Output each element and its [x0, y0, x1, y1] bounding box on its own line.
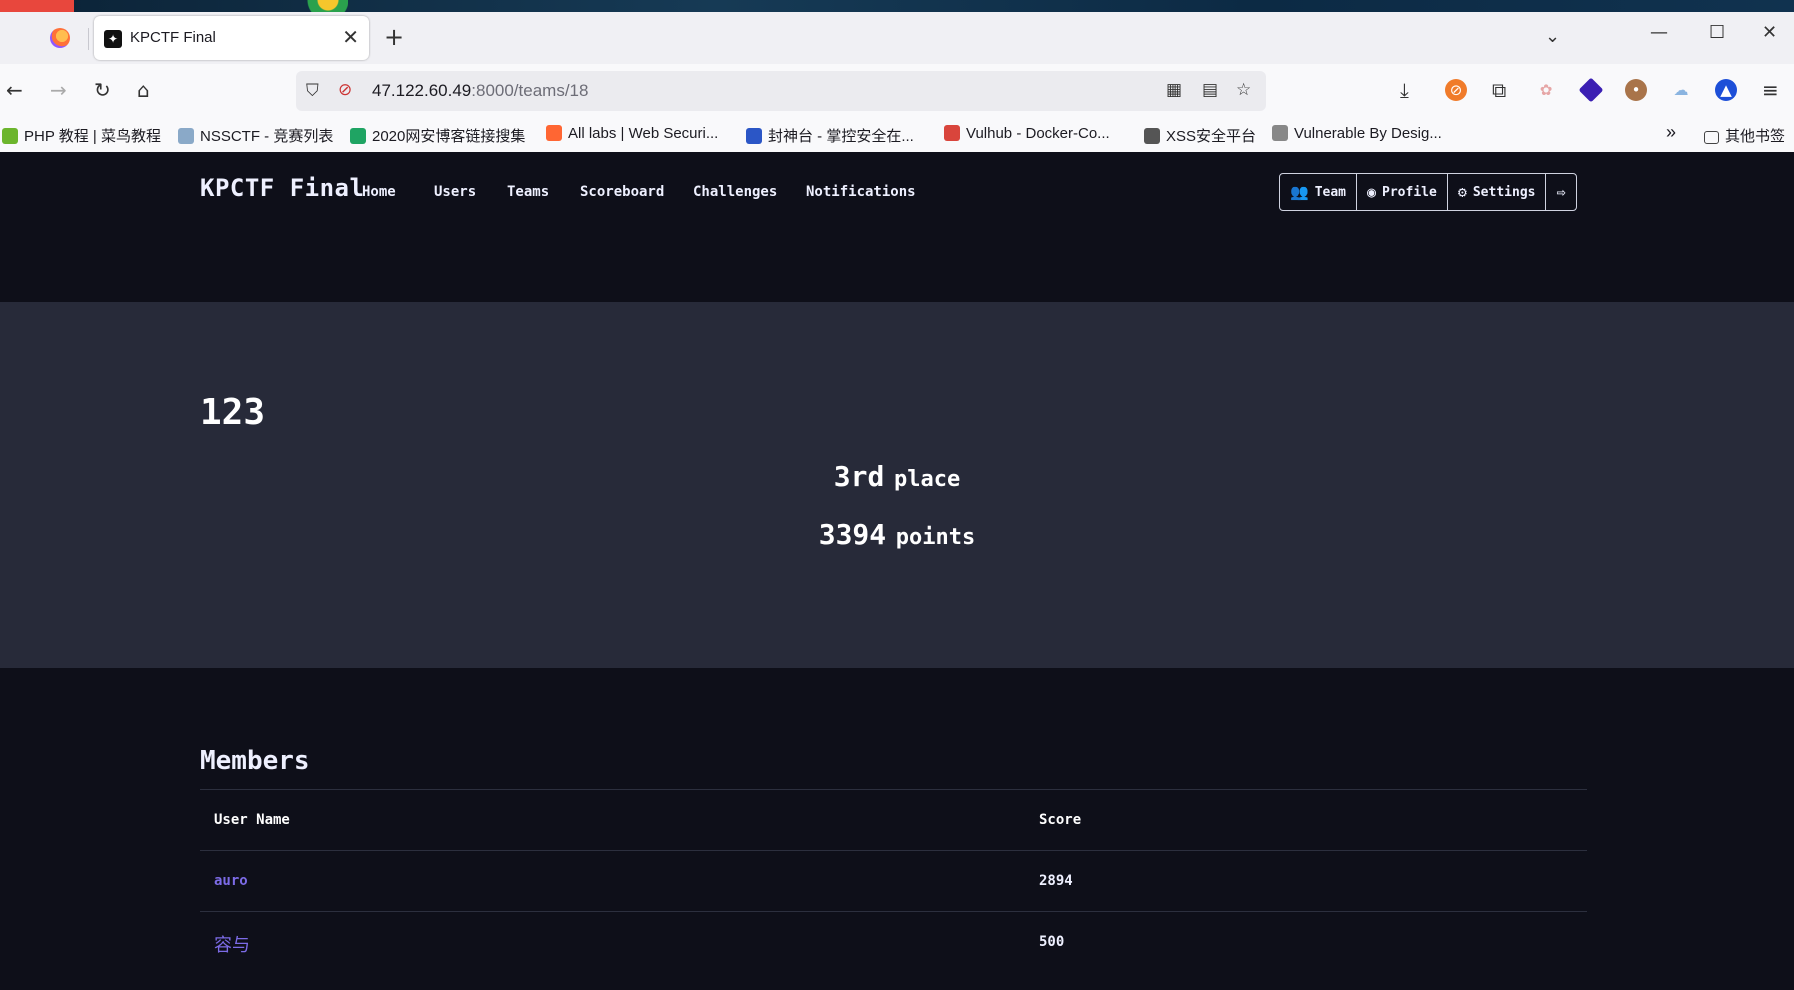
settings-button[interactable]: ⚙ Settings — [1446, 174, 1546, 210]
nav-home[interactable]: Home — [362, 184, 396, 200]
url-text[interactable]: 47.122.60.49:8000/teams/18 — [372, 81, 588, 101]
account-icon[interactable]: ▲ — [1715, 79, 1737, 101]
minimize-icon[interactable]: — — [1650, 22, 1668, 43]
bookmark-icon — [1272, 125, 1288, 141]
bookmark-icon — [2, 128, 18, 144]
extension-icon[interactable]: ✿ — [1535, 79, 1557, 101]
gears-icon: ⚙ — [1457, 183, 1467, 201]
bookmark-item[interactable]: Vulnerable By Desig... — [1272, 125, 1442, 142]
desktop-strip — [0, 0, 1794, 12]
tab-bar: ✦ KPCTF Final ✕ + ⌄ — ☐ ✕ — [0, 12, 1794, 64]
member-score: 2894 — [1039, 873, 1073, 889]
table-row: 容与 500 — [200, 911, 1587, 972]
member-link[interactable]: 容与 — [214, 931, 250, 957]
extension-icon[interactable]: ☁ — [1670, 79, 1692, 101]
taskbar-app-icon — [0, 0, 74, 12]
bookmark-item[interactable]: PHP 教程 | 菜鸟教程 — [2, 125, 161, 146]
home-icon[interactable]: ⌂ — [137, 78, 150, 102]
bookmark-item[interactable]: XSS安全平台 — [1144, 125, 1256, 146]
site-brand[interactable]: KPCTF Final — [200, 174, 364, 202]
user-circle-icon: ◉ — [1367, 183, 1377, 201]
users-icon: 👥 — [1290, 183, 1309, 201]
nav-notifications[interactable]: Notifications — [806, 184, 916, 200]
team-header: 123 3rd place 3394 points — [0, 302, 1794, 668]
team-points: 3394 points — [818, 518, 976, 551]
other-bookmarks-folder[interactable]: 其他书签 — [1704, 125, 1785, 146]
team-place: 3rd place — [833, 460, 961, 493]
bookmark-icon — [546, 125, 562, 141]
bookmark-item[interactable]: 封神台 - 掌控安全在... — [746, 125, 914, 146]
tab-kpctf[interactable]: ✦ KPCTF Final ✕ — [94, 16, 369, 60]
bookmark-item[interactable]: NSSCTF - 竞赛列表 — [178, 125, 333, 146]
qr-code-icon[interactable]: ▦ — [1166, 80, 1182, 100]
reader-view-icon[interactable]: ▤ — [1202, 80, 1218, 100]
nav-users[interactable]: Users — [434, 184, 476, 200]
profile-button[interactable]: ◉ Profile — [1356, 174, 1447, 210]
url-bar[interactable]: ⛉ ⊘ 47.122.60.49:8000/teams/18 ▦ ▤ ☆ — [296, 71, 1266, 111]
navigation-bar: ← → ↻ ⌂ ⛉ ⊘ 47.122.60.49:8000/teams/18 ▦… — [0, 64, 1794, 118]
table-header-row: User Name Score — [200, 789, 1587, 850]
bookmark-icon — [746, 128, 762, 144]
bookmark-icon — [1144, 128, 1160, 144]
downloads-icon[interactable]: ⤓ — [1400, 78, 1409, 102]
close-tab-icon[interactable]: ✕ — [342, 26, 359, 48]
extension-icon[interactable]: ⊘ — [1445, 79, 1467, 101]
column-header-username: User Name — [214, 812, 290, 828]
insecure-connection-icon[interactable]: ⊘ — [338, 80, 352, 100]
table-row: auro 2894 — [200, 850, 1587, 911]
folder-icon — [1704, 131, 1719, 144]
taskbar-app-icon — [292, 0, 348, 12]
bookmarks-toolbar: PHP 教程 | 菜鸟教程 NSSCTF - 竞赛列表 2020网安博客链接搜集… — [0, 118, 1794, 153]
members-heading: Members — [200, 746, 310, 776]
forward-icon[interactable]: → — [50, 78, 67, 102]
column-header-score: Score — [1039, 812, 1082, 828]
user-button-group: 👥 Team ◉ Profile ⚙ Settings ⇨ — [1279, 173, 1577, 211]
nav-challenges[interactable]: Challenges — [693, 184, 777, 200]
bookmark-icon — [350, 128, 366, 144]
ctf-site: KPCTF Final Home Users Teams Scoreboard … — [0, 152, 1794, 990]
team-button[interactable]: 👥 Team — [1280, 174, 1356, 210]
extension-icon[interactable] — [1578, 77, 1604, 103]
member-score: 500 — [1039, 934, 1065, 950]
bookmark-icon — [944, 125, 960, 141]
extensions-icon[interactable]: ⧉ — [1492, 78, 1506, 102]
back-icon[interactable]: ← — [6, 78, 23, 102]
nav-scoreboard[interactable]: Scoreboard — [580, 184, 664, 200]
new-tab-button[interactable]: + — [384, 24, 404, 50]
cookie-extension-icon[interactable]: • — [1625, 79, 1647, 101]
bookmark-icon — [178, 128, 194, 144]
menu-icon[interactable]: ≡ — [1762, 78, 1779, 102]
close-window-icon[interactable]: ✕ — [1762, 22, 1777, 43]
team-name: 123 — [200, 392, 266, 433]
maximize-icon[interactable]: ☐ — [1709, 22, 1725, 43]
bookmark-item[interactable]: Vulhub - Docker-Co... — [944, 125, 1110, 142]
logout-button[interactable]: ⇨ — [1545, 174, 1575, 210]
member-link[interactable]: auro — [214, 873, 248, 889]
tab-title: KPCTF Final — [130, 29, 216, 46]
nav-teams[interactable]: Teams — [507, 184, 549, 200]
bookmark-item[interactable]: All labs | Web Securi... — [546, 125, 718, 142]
firefox-icon[interactable] — [50, 28, 70, 48]
tracking-shield-icon[interactable]: ⛉ — [306, 81, 319, 101]
list-tabs-icon[interactable]: ⌄ — [1545, 26, 1560, 47]
reload-icon[interactable]: ↻ — [94, 78, 111, 102]
more-bookmarks-icon[interactable]: » — [1666, 122, 1676, 143]
members-table: User Name Score auro 2894 容与 500 — [200, 789, 1587, 972]
bookmark-star-icon[interactable]: ☆ — [1236, 80, 1251, 100]
site-favicon-icon: ✦ — [104, 30, 122, 48]
tab-separator — [88, 28, 89, 50]
sign-out-icon: ⇨ — [1556, 183, 1566, 201]
bookmark-item[interactable]: 2020网安博客链接搜集 — [350, 125, 525, 146]
